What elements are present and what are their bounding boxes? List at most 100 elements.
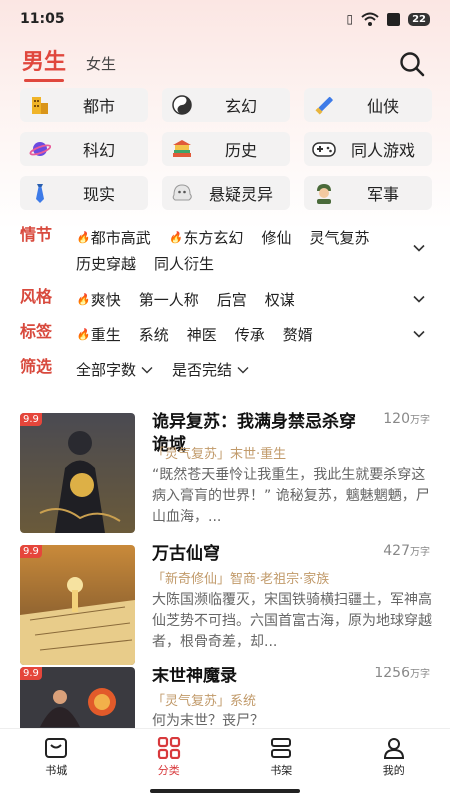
book-description: “既然苍天垂怜让我重生，我此生就要杀穿这病入膏肓的世界！” 诡秘复苏，魑魅魍魉，…: [152, 467, 430, 525]
filter-option[interactable]: 🔥 东方玄幻: [169, 225, 244, 251]
filter-label-plot: 情节: [20, 225, 53, 244]
chevron-down-icon: [141, 367, 153, 374]
search-icon[interactable]: [398, 50, 426, 78]
planet-icon: [28, 137, 52, 161]
book-tags: 「新奇修仙」智商·老祖宗·家族: [152, 572, 330, 587]
ghost-icon: [170, 181, 194, 205]
notification-icon: [387, 12, 401, 26]
filter-option[interactable]: 后宫: [217, 287, 247, 313]
filter-row-tag: 标签 🔥 重生 系统 神医 传承 赘婿: [20, 322, 432, 348]
category-kehuan[interactable]: 科幻: [20, 132, 148, 166]
book-score: 9.9: [20, 413, 42, 426]
gamepad-icon: [312, 137, 336, 161]
fire-icon: 🔥: [76, 328, 90, 341]
category-grid: 都市 玄幻 仙侠 科幻 历史 同人游戏 现实 悬疑灵异 军事: [20, 88, 432, 210]
tab-female[interactable]: 女生: [86, 53, 116, 82]
nav-bookshelf[interactable]: 书架: [225, 729, 338, 786]
category-label: 历史: [224, 141, 257, 160]
nav-label: 书架: [270, 764, 293, 777]
status-time: 11:05: [20, 11, 65, 27]
filter-option[interactable]: 修仙: [261, 225, 291, 251]
filter-option[interactable]: 系统: [139, 322, 169, 348]
nav-profile[interactable]: 我的: [338, 729, 450, 786]
filter-option[interactable]: 神医: [187, 322, 217, 348]
filter-option[interactable]: 历史穿越: [76, 251, 136, 277]
filter-option[interactable]: 同人衍生: [154, 251, 214, 277]
battery-level: 22: [408, 12, 430, 26]
status-bar: 11:05 ▯ 22: [0, 0, 450, 38]
category-label: 科幻: [82, 141, 115, 160]
fire-icon: 🔥: [76, 231, 90, 244]
filter-row-style: 风格 🔥 爽快 第一人称 后宫 权谋: [20, 287, 432, 313]
wifi-icon: [361, 12, 379, 26]
category-label: 现实: [82, 185, 115, 204]
book-cover[interactable]: 9.9: [20, 667, 135, 728]
category-xuanhuan[interactable]: 玄幻: [162, 88, 290, 122]
book-word-count: 1256万字: [374, 667, 430, 681]
book-title: 万古仙穹: [152, 544, 220, 564]
filter-option[interactable]: 赘婿: [283, 322, 313, 348]
book-tags: 「灵气复苏」末世·重生: [152, 447, 287, 462]
category-lishi[interactable]: 历史: [162, 132, 290, 166]
book-word-count: 120万字: [383, 411, 430, 427]
filter-option[interactable]: 🔥 都市高武: [76, 225, 151, 251]
category-label: 玄幻: [224, 97, 257, 116]
category-xianshi[interactable]: 现实: [20, 176, 148, 210]
book-item[interactable]: 9.9 万古仙穹 427万字 「新奇修仙」智商·老祖宗·家族 大陈国濒临覆灭，宋…: [20, 543, 432, 665]
filter-label-screen: 筛选: [20, 357, 53, 376]
book-description: 大陈国濒临覆灭，宋国铁骑横扫疆土，军神高仙芝势不可挡。六国首富古海，原为地球穿越…: [152, 592, 432, 650]
filter-option[interactable]: 🔥 重生: [76, 322, 121, 348]
filter-row-screen: 筛选 全部字数 是否完结: [20, 357, 432, 383]
category-tongren-youxi[interactable]: 同人游戏: [304, 132, 432, 166]
book-item[interactable]: 9.9 诡异复苏：我满身禁忌杀穿诡域 120万字 「灵气复苏」末世·重生 “既然…: [20, 411, 432, 533]
category-label: 军事: [366, 185, 399, 204]
filter-option[interactable]: 传承: [235, 322, 265, 348]
book-item[interactable]: 9.9 末世神魔录 1256万字 「灵气复苏」系统 何为末世？丧尸？: [20, 667, 432, 728]
building-icon: [28, 93, 52, 117]
book-cover[interactable]: 9.9: [20, 545, 135, 665]
chevron-down-icon[interactable]: [412, 292, 426, 306]
category-icon: [157, 737, 180, 759]
category-label: 都市: [82, 97, 115, 116]
filter-label-tag: 标签: [20, 322, 53, 341]
home-indicator[interactable]: [150, 789, 300, 793]
nav-label: 分类: [157, 764, 180, 777]
bottom-nav: 书城 分类 书架 我的: [0, 728, 450, 786]
sword-icon: [312, 93, 336, 117]
chevron-down-icon: [237, 367, 249, 374]
filter-option[interactable]: 🔥 爽快: [76, 287, 121, 313]
category-xianxia[interactable]: 仙侠: [304, 88, 432, 122]
book-tags: 「灵气复苏」系统: [152, 694, 257, 709]
filter-label-style: 风格: [20, 287, 53, 306]
chevron-down-icon[interactable]: [412, 327, 426, 341]
book-title: 末世神魔录: [152, 667, 237, 686]
word-count-dropdown[interactable]: 全部字数: [76, 357, 154, 383]
profile-icon: [383, 738, 404, 759]
nav-category[interactable]: 分类: [113, 729, 226, 786]
nav-label: 书城: [45, 764, 68, 777]
palace-icon: [170, 137, 194, 161]
chevron-down-icon[interactable]: [412, 241, 426, 255]
tab-male[interactable]: 男生: [22, 44, 66, 82]
filter-row-plot: 情节 🔥 都市高武 🔥 东方玄幻 修仙 灵气复苏 历史穿越 同人衍生: [20, 225, 432, 277]
book-description: 何为末世？丧尸？: [152, 713, 264, 728]
bookstore-icon: [45, 738, 68, 758]
nav-bookstore[interactable]: 书城: [0, 729, 113, 786]
filter-option[interactable]: 灵气复苏: [309, 225, 369, 251]
book-cover[interactable]: 9.9: [20, 413, 135, 533]
category-xuanyi-lingyi[interactable]: 悬疑灵异: [162, 176, 290, 210]
category-label: 悬疑灵异: [208, 185, 273, 204]
category-label: 同人游戏: [350, 141, 415, 160]
filter-option[interactable]: 第一人称: [139, 287, 199, 313]
book-word-count: 427万字: [383, 543, 430, 559]
fire-icon: 🔥: [168, 231, 183, 244]
category-junshi[interactable]: 军事: [304, 176, 432, 210]
bookshelf-icon: [271, 738, 292, 758]
tie-icon: [28, 181, 52, 205]
book-score: 9.9: [20, 545, 42, 558]
finished-dropdown[interactable]: 是否完结: [172, 357, 250, 383]
category-dushi[interactable]: 都市: [20, 88, 148, 122]
filter-option[interactable]: 权谋: [265, 287, 295, 313]
book-score: 9.9: [20, 667, 42, 680]
category-label: 仙侠: [366, 97, 399, 116]
